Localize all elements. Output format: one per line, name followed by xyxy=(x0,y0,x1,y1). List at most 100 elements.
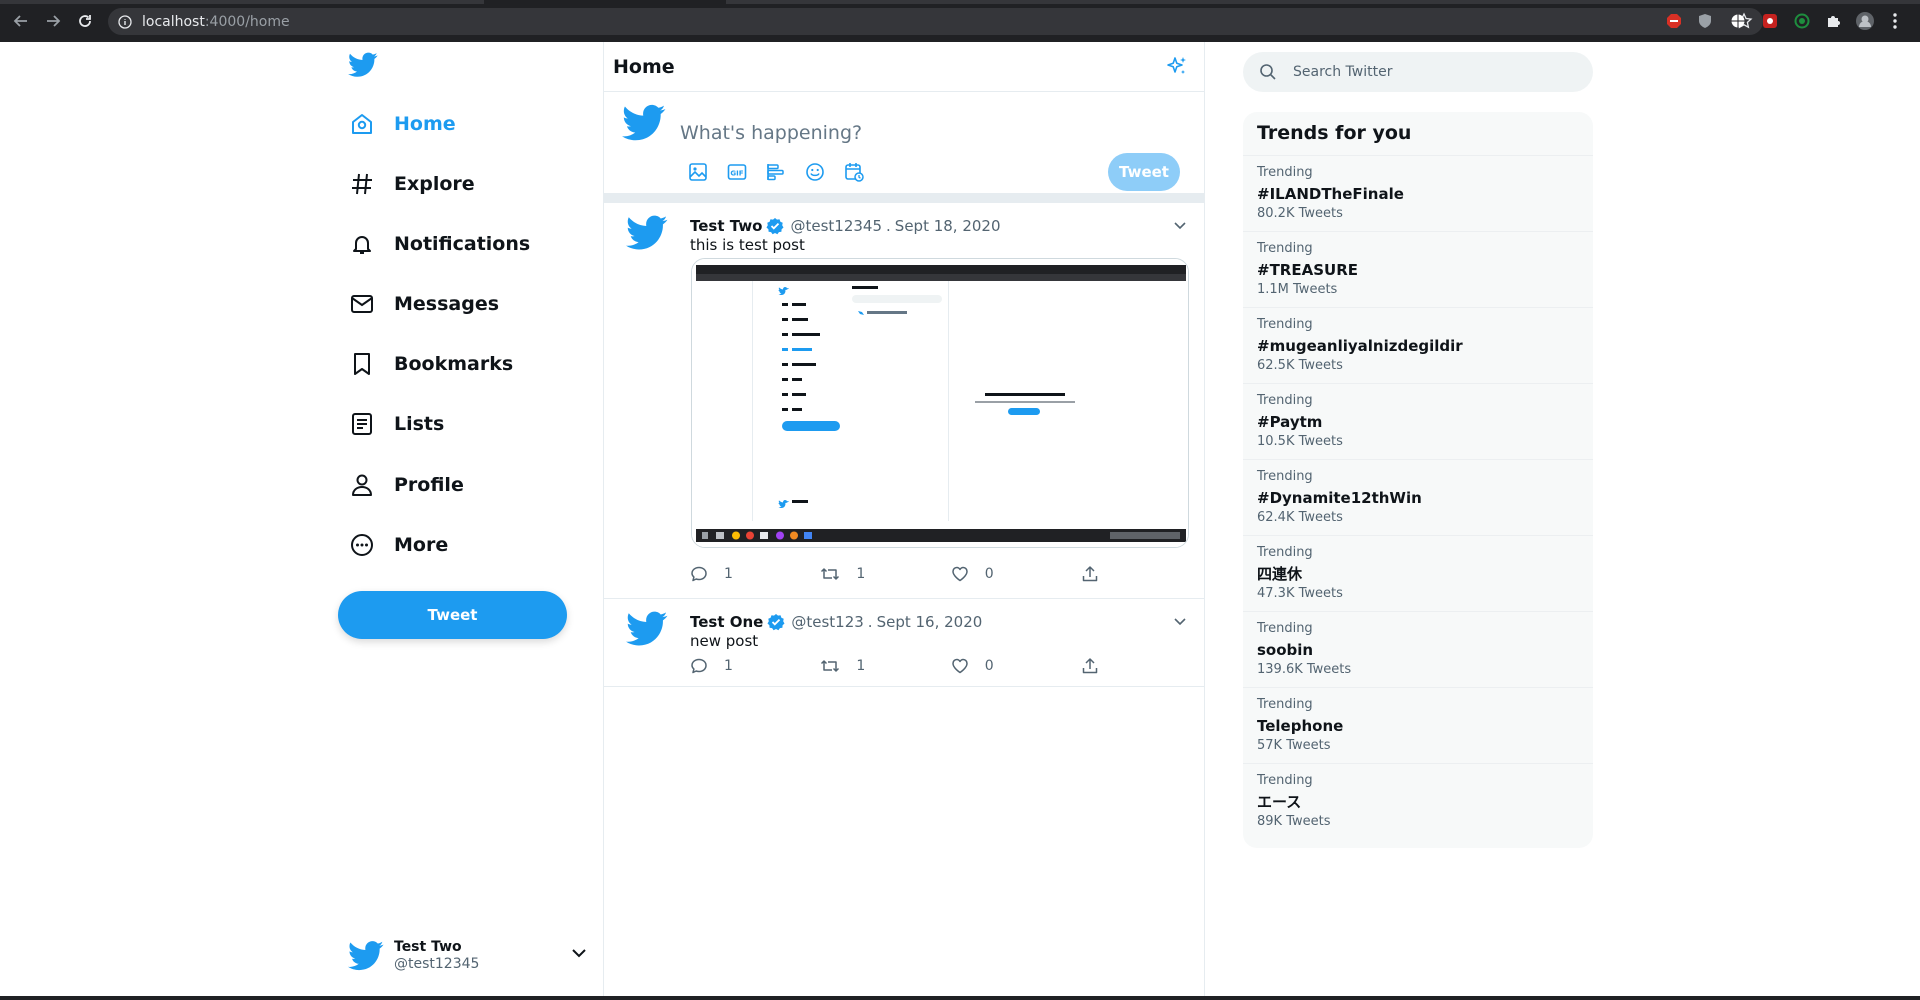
composer-input[interactable]: What's happening? xyxy=(680,122,862,144)
trend-item[interactable]: Trending #Paytm 10.5K Tweets xyxy=(1243,384,1593,460)
gif-icon[interactable]: GIF xyxy=(727,161,766,183)
poll-icon[interactable] xyxy=(766,161,805,183)
browser-toolbar: localhost:4000/home xyxy=(0,0,1920,42)
chevron-down-icon[interactable] xyxy=(570,944,588,962)
sidebar-tweet-button[interactable]: Tweet xyxy=(338,591,567,639)
nav-item-messages[interactable]: Messages xyxy=(348,284,499,324)
nav-label-more: More xyxy=(394,534,449,556)
green-extension-icon[interactable] xyxy=(1792,11,1812,31)
twitter-logo-icon[interactable] xyxy=(348,52,378,78)
chevron-down-icon[interactable] xyxy=(1172,217,1188,233)
tweet-date[interactable]: Sept 18, 2020 xyxy=(895,217,1001,235)
tweet-author-name[interactable]: Test One xyxy=(690,613,763,631)
nav-label-messages: Messages xyxy=(394,293,500,315)
chevron-down-icon[interactable] xyxy=(1172,613,1188,629)
retweet-action[interactable]: 1 xyxy=(820,657,950,675)
tweet-author-name[interactable]: Test Two xyxy=(690,217,762,235)
reply-icon[interactable] xyxy=(690,657,708,675)
tweet-avatar-icon[interactable] xyxy=(626,611,668,647)
adblock-extension-icon[interactable] xyxy=(1664,11,1684,31)
tweet-item[interactable]: Test Two @test12345 . Sept 18, 2020 this… xyxy=(604,203,1204,599)
retweet-action[interactable]: 1 xyxy=(820,565,950,583)
verified-badge-icon xyxy=(766,217,784,235)
nav-item-lists[interactable]: Lists xyxy=(348,404,444,444)
nav-item-notifications[interactable]: Notifications xyxy=(348,224,530,264)
chrome-menu-icon[interactable] xyxy=(1885,11,1905,31)
tweet-avatar-icon[interactable] xyxy=(626,215,668,251)
trend-name: 四連休 xyxy=(1257,565,1303,583)
reply-action[interactable]: 1 xyxy=(690,565,820,583)
trend-item[interactable]: Trending エース 89K Tweets xyxy=(1243,764,1593,840)
nav-label-lists: Lists xyxy=(394,413,445,435)
share-action[interactable] xyxy=(1081,657,1110,675)
trend-kicker: Trending xyxy=(1257,393,1313,408)
nav-item-bookmarks[interactable]: Bookmarks xyxy=(348,344,513,384)
tweet-media-screenshot[interactable] xyxy=(691,258,1189,548)
bell-icon xyxy=(348,230,376,258)
composer-toolbar: GIF xyxy=(688,161,883,183)
shield-extension-icon[interactable] xyxy=(1695,11,1715,31)
tweet-date[interactable]: Sept 16, 2020 xyxy=(877,613,983,631)
like-action[interactable]: 0 xyxy=(951,565,1081,583)
share-action[interactable] xyxy=(1081,565,1110,583)
reply-action[interactable]: 1 xyxy=(690,657,820,675)
retweet-icon[interactable] xyxy=(820,657,840,675)
trend-name: #ILANDTheFinale xyxy=(1257,185,1404,203)
trend-item[interactable]: Trending soobin 139.6K Tweets xyxy=(1243,612,1593,688)
trend-item[interactable]: Trending #Dynamite12thWin 62.4K Tweets xyxy=(1243,460,1593,536)
image-icon[interactable] xyxy=(688,161,727,183)
trend-name: #Dynamite12thWin xyxy=(1257,489,1422,507)
trend-kicker: Trending xyxy=(1257,545,1313,560)
back-icon[interactable] xyxy=(10,10,32,32)
retweet-icon[interactable] xyxy=(820,565,840,583)
forward-icon[interactable] xyxy=(42,10,64,32)
share-icon[interactable] xyxy=(1081,565,1099,583)
tweet-author-handle: @test12345 xyxy=(790,217,883,235)
svg-text:GIF: GIF xyxy=(730,170,743,178)
search-input[interactable]: Search Twitter xyxy=(1243,52,1593,92)
globe-extension-icon[interactable] xyxy=(1728,11,1748,31)
bookmark-icon xyxy=(348,350,376,378)
composer-tweet-button[interactable]: Tweet xyxy=(1108,153,1180,191)
heart-icon[interactable] xyxy=(951,657,969,675)
sparkle-icon[interactable] xyxy=(1165,55,1189,79)
trend-count: 139.6K Tweets xyxy=(1257,662,1352,677)
active-tab[interactable] xyxy=(484,0,726,4)
tweet-item[interactable]: Test One @test123 . Sept 16, 2020 new po… xyxy=(604,599,1204,687)
trend-kicker: Trending xyxy=(1257,697,1313,712)
nav-item-home[interactable]: Home xyxy=(348,104,456,144)
feed-header: Home xyxy=(604,42,1204,92)
trend-item[interactable]: Trending Telephone 57K Tweets xyxy=(1243,688,1593,764)
reply-count: 1 xyxy=(724,658,733,674)
share-icon[interactable] xyxy=(1081,657,1099,675)
trend-item[interactable]: Trending #TREASURE 1.1M Tweets xyxy=(1243,232,1593,308)
trend-item[interactable]: Trending #mugeanliyalnizdegildir 62.5K T… xyxy=(1243,308,1593,384)
account-switcher[interactable]: Test Two @test12345 xyxy=(348,932,588,980)
profile-avatar-icon[interactable] xyxy=(1855,11,1875,31)
trend-item[interactable]: Trending 四連休 47.3K Tweets xyxy=(1243,536,1593,612)
home-icon xyxy=(348,110,376,138)
nav-item-more[interactable]: More xyxy=(348,525,448,565)
puzzle-extensions-icon[interactable] xyxy=(1823,11,1843,31)
red-extension-icon[interactable] xyxy=(1760,11,1780,31)
trend-count: 57K Tweets xyxy=(1257,738,1331,753)
site-info-icon[interactable] xyxy=(118,14,132,29)
trend-count: 89K Tweets xyxy=(1257,814,1331,829)
reply-icon[interactable] xyxy=(690,565,708,583)
trend-item[interactable]: Trending #ILANDTheFinale 80.2K Tweets xyxy=(1243,156,1593,232)
window-bottom-edge xyxy=(0,996,1920,1000)
emoji-icon[interactable] xyxy=(805,161,844,183)
search-placeholder: Search Twitter xyxy=(1293,64,1393,80)
like-count: 0 xyxy=(984,658,994,674)
retweet-count: 1 xyxy=(856,658,866,674)
nav-item-explore[interactable]: Explore xyxy=(348,164,475,204)
schedule-icon[interactable] xyxy=(844,161,883,183)
address-bar[interactable]: localhost:4000/home xyxy=(108,8,1763,35)
trend-kicker: Trending xyxy=(1257,165,1313,180)
heart-icon[interactable] xyxy=(951,565,969,583)
tab-strip xyxy=(0,0,1920,4)
like-action[interactable]: 0 xyxy=(951,657,1081,675)
like-count: 0 xyxy=(984,566,994,582)
nav-item-profile[interactable]: Profile xyxy=(348,465,464,505)
reload-icon[interactable] xyxy=(74,10,96,32)
